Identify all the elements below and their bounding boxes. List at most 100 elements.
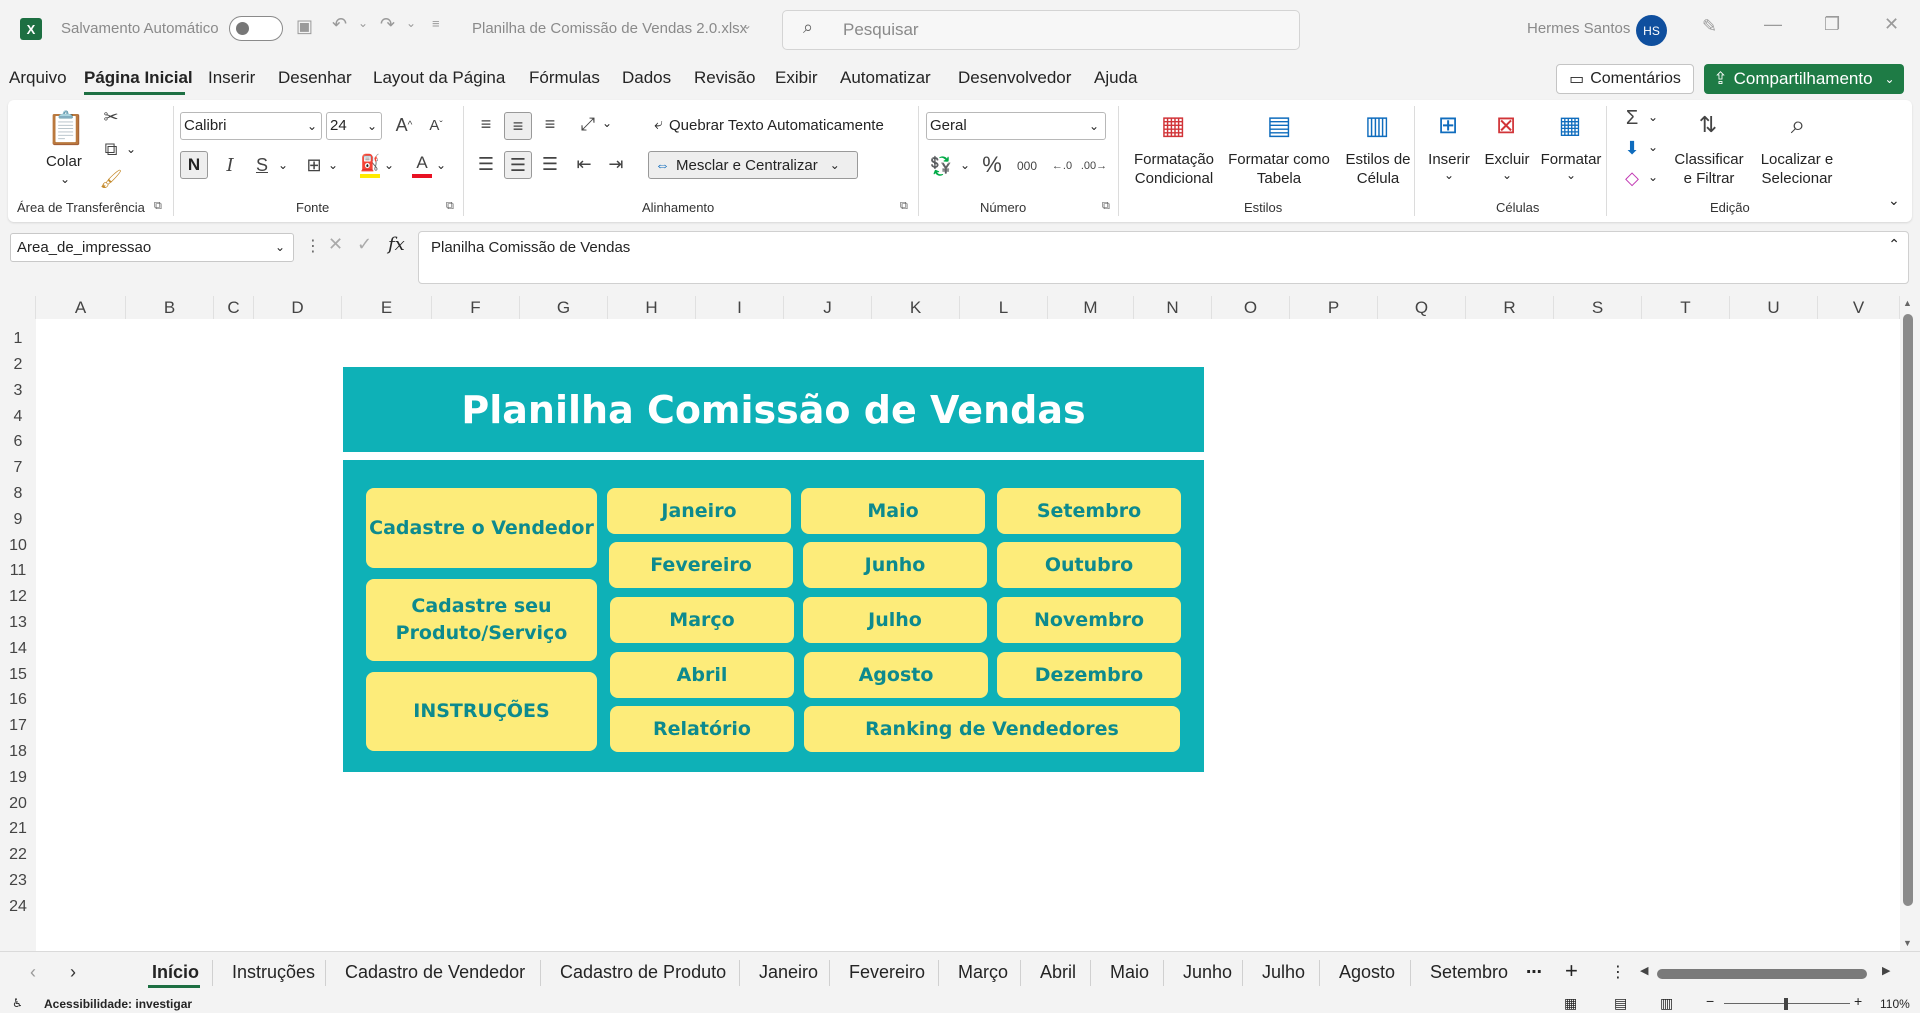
currency-dropdown-icon[interactable]: ⌄ [960, 158, 970, 172]
add-sheet-icon[interactable]: + [1565, 958, 1578, 984]
borders-dropdown-icon[interactable]: ⌄ [328, 158, 338, 172]
menu-formulas[interactable]: Fórmulas [529, 68, 600, 88]
column-header[interactable]: V [1818, 296, 1900, 319]
undo-icon[interactable]: ↶ [332, 14, 347, 35]
wrap-text-button[interactable]: ⤶ Quebrar Texto Automaticamente [654, 112, 884, 138]
sheet-tab[interactable]: Janeiro [759, 962, 818, 983]
align-right-icon[interactable]: ☰ [538, 152, 562, 176]
comments-button[interactable]: ▭ Comentários [1556, 64, 1694, 94]
minimize-icon[interactable]: — [1764, 14, 1782, 35]
menu-dados[interactable]: Dados [622, 68, 671, 88]
select-all-corner[interactable] [0, 296, 36, 319]
column-header[interactable]: C [214, 296, 254, 319]
enter-icon[interactable]: ✓ [357, 234, 372, 255]
column-header[interactable]: G [520, 296, 608, 319]
decrease-decimal-icon[interactable]: .00→ [1080, 154, 1108, 178]
borders-icon[interactable]: ⊞ [302, 153, 326, 177]
row-header[interactable]: 23 [0, 872, 36, 890]
column-header[interactable]: R [1466, 296, 1554, 319]
month-button-fevereiro[interactable]: Fevereiro [609, 542, 793, 588]
sheet-tab[interactable]: Fevereiro [849, 962, 925, 983]
column-header[interactable]: F [432, 296, 520, 319]
normal-view-icon[interactable]: ▦ [1564, 995, 1577, 1012]
menu-pagina-inicial[interactable]: Página Inicial [84, 68, 193, 88]
column-header[interactable]: I [696, 296, 784, 319]
sheet-tab[interactable]: Maio [1110, 962, 1149, 983]
format-as-table-button[interactable]: ▤ Formatar como Tabela [1226, 106, 1332, 200]
clipboard-launcher-icon[interactable]: ⧉ [154, 200, 162, 213]
row-header[interactable]: 7 [0, 459, 36, 477]
avatar[interactable]: HS [1636, 15, 1667, 46]
align-top-icon[interactable]: ≡ [474, 112, 498, 136]
clear-icon[interactable]: ◇ [1620, 166, 1644, 190]
align-left-icon[interactable]: ☰ [474, 152, 498, 176]
close-icon[interactable]: ✕ [1884, 14, 1899, 35]
column-header[interactable]: O [1212, 296, 1290, 319]
format-painter-icon[interactable]: 🖌 [100, 168, 123, 190]
orientation-icon[interactable]: ⤢ [576, 112, 600, 136]
currency-icon[interactable]: 💱 [928, 154, 954, 178]
format-cells-button[interactable]: ▦ Formatar ⌄ [1538, 106, 1604, 200]
delete-cells-button[interactable]: ⊠ Excluir ⌄ [1480, 106, 1534, 200]
undo-dropdown-icon[interactable]: ⌄ [358, 16, 368, 30]
bold-button[interactable]: N [180, 151, 208, 179]
align-middle-icon[interactable]: ≡ [504, 112, 532, 140]
vertical-scroll-thumb[interactable] [1903, 314, 1913, 906]
month-button-junho[interactable]: Junho [803, 542, 987, 588]
sheet-tab[interactable]: Cadastro de Vendedor [345, 962, 525, 983]
menu-arquivo[interactable]: Arquivo [9, 68, 67, 88]
page-layout-view-icon[interactable]: ▤ [1614, 995, 1627, 1012]
paste-icon[interactable]: 📋 [44, 106, 88, 150]
column-header[interactable]: A [36, 296, 126, 319]
menu-revisao[interactable]: Revisão [694, 68, 755, 88]
more-tabs-icon[interactable]: ⋯ [1526, 962, 1542, 982]
zoom-slider-thumb[interactable] [1784, 998, 1788, 1010]
row-header[interactable]: 13 [0, 614, 36, 632]
zoom-level[interactable]: 110% [1880, 997, 1910, 1011]
font-color-dropdown-icon[interactable]: ⌄ [436, 158, 446, 172]
instructions-button[interactable]: INSTRUÇÕES [366, 672, 597, 751]
redo-dropdown-icon[interactable]: ⌄ [406, 16, 416, 30]
font-launcher-icon[interactable]: ⧉ [446, 200, 454, 213]
menu-inserir[interactable]: Inserir [208, 68, 255, 88]
sheet-tab[interactable]: Agosto [1339, 962, 1395, 983]
row-header[interactable]: 6 [0, 433, 36, 451]
underline-button[interactable]: S [252, 153, 272, 177]
column-header[interactable]: B [126, 296, 214, 319]
zoom-out-icon[interactable]: − [1706, 993, 1714, 1009]
tabs-next-icon[interactable]: › [70, 962, 76, 983]
sheet-tab[interactable]: Setembro [1430, 962, 1508, 983]
share-button[interactable]: ⇪ Compartilhamento ⌄ [1704, 64, 1904, 94]
font-size-select[interactable]: 24 ⌄ [326, 112, 382, 140]
hscroll-right-icon[interactable]: ▶ [1882, 964, 1890, 977]
decrease-indent-icon[interactable]: ⇤ [572, 152, 596, 176]
column-header[interactable]: T [1642, 296, 1730, 319]
autosum-icon[interactable]: Σ [1620, 106, 1644, 130]
fill-dropdown-icon[interactable]: ⌄ [384, 158, 394, 172]
merge-center-button[interactable]: ⇔ Mesclar e Centralizar ⌄ [648, 151, 858, 179]
orientation-dropdown-icon[interactable]: ⌄ [602, 116, 612, 130]
scroll-up-icon[interactable]: ▲ [1903, 298, 1912, 308]
align-bottom-icon[interactable]: ≡ [538, 112, 562, 136]
paste-label[interactable]: Colar [46, 152, 82, 171]
hscroll-left-icon[interactable]: ◀ [1640, 964, 1648, 977]
column-header[interactable]: H [608, 296, 696, 319]
formula-more-icon[interactable]: ⋮ [305, 236, 321, 256]
collapse-ribbon-icon[interactable]: ⌄ [1888, 192, 1900, 209]
name-box[interactable]: Area_de_impressao ⌄ [10, 233, 294, 262]
month-button-marco[interactable]: Março [610, 597, 794, 643]
column-header[interactable]: K [872, 296, 960, 319]
alignment-launcher-icon[interactable]: ⧉ [900, 200, 908, 213]
sheet-tab[interactable]: Abril [1040, 962, 1076, 983]
increase-font-icon[interactable]: A ^ [394, 114, 414, 136]
row-header[interactable]: 18 [0, 743, 36, 761]
horizontal-scroll-thumb[interactable] [1657, 969, 1867, 979]
column-header[interactable]: Q [1378, 296, 1466, 319]
save-icon[interactable]: ▣ [296, 16, 313, 37]
column-header[interactable]: U [1730, 296, 1818, 319]
expand-formula-bar-icon[interactable]: ⌃ [1888, 236, 1900, 253]
sheet-tab[interactable]: Julho [1262, 962, 1305, 983]
row-header[interactable]: 16 [0, 691, 36, 709]
restore-icon[interactable]: ❐ [1824, 14, 1840, 35]
month-button-dezembro[interactable]: Dezembro [997, 652, 1181, 698]
